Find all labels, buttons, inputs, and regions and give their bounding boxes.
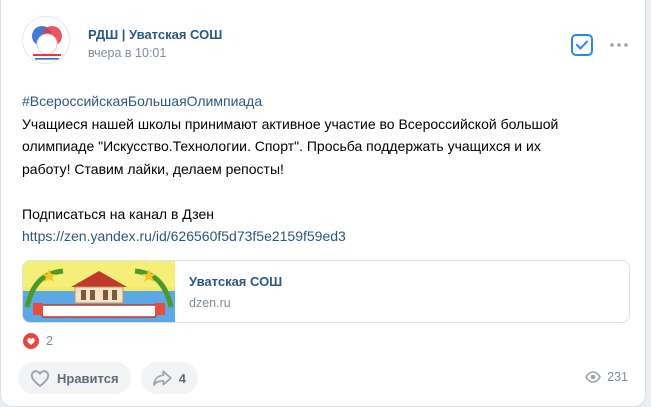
more-options-button[interactable] (608, 34, 630, 56)
link-snippet[interactable]: Уватская СОШ dzen.ru (22, 260, 630, 323)
like-button[interactable]: Нравится (18, 362, 131, 394)
reactions-summary[interactable]: 2 (23, 333, 53, 349)
post-text-line: Учащиеся нашей школы принимают активное … (22, 115, 559, 132)
subscribe-text: Подписаться на канал в Дзен (22, 205, 215, 222)
views-count: 231 (607, 370, 628, 384)
zen-link[interactable]: https://zen.yandex.ru/id/626560f5d73f5e2… (22, 225, 632, 248)
views-counter: 231 (585, 370, 628, 384)
post-text-line: работу! Ставим лайки, делаем репосты! (22, 160, 284, 177)
post-text-line: олимпиаде "Искусство.Технологии. Спорт".… (22, 138, 541, 154)
more-dots-icon (610, 43, 628, 47)
post-text: #ВсероссийскаяБольшаяОлимпиада Учащиеся … (22, 90, 632, 248)
hashtag-link[interactable]: #ВсероссийскаяБольшаяОлимпиада (22, 90, 632, 113)
post-card: РДШ | Уватская СОШ вчера в 10:01 #Всерос… (0, 0, 646, 407)
reaction-count: 2 (46, 334, 53, 348)
share-count: 4 (178, 370, 186, 386)
share-arrow-icon (153, 370, 172, 386)
rdsh-logo (32, 26, 62, 60)
post-author[interactable]: РДШ | Уватская СОШ (88, 27, 222, 42)
check-icon (576, 40, 588, 50)
heart-reaction-icon (23, 333, 39, 349)
share-button[interactable]: 4 (141, 362, 198, 394)
like-label: Нравится (57, 370, 119, 386)
post-time[interactable]: вчера в 10:01 (88, 46, 166, 60)
avatar[interactable] (22, 16, 70, 64)
snippet-title[interactable]: Уватская СОШ (189, 274, 282, 289)
eye-icon (585, 371, 602, 383)
heart-outline-icon (30, 370, 50, 387)
snippet-thumbnail (23, 261, 175, 322)
bookmark-check-button[interactable] (571, 34, 593, 56)
snippet-domain: dzen.ru (189, 296, 231, 310)
